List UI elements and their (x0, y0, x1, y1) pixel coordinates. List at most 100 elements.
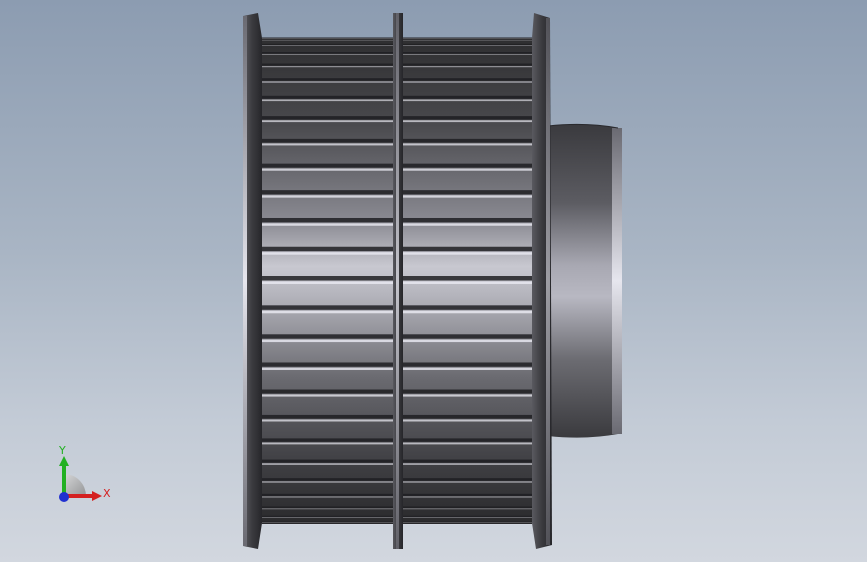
tooth-highlight (403, 223, 532, 226)
tooth-groove (262, 52, 393, 54)
y-axis-head (59, 456, 69, 466)
tooth-groove (262, 63, 393, 66)
tooth-highlight (403, 81, 532, 83)
flange-center (393, 13, 403, 549)
tooth-highlight (403, 168, 532, 171)
tooth-groove (262, 521, 393, 523)
tooth-groove (262, 116, 393, 120)
z-axis-dot (59, 492, 69, 502)
tooth-highlight (403, 195, 532, 198)
tooth-groove (262, 523, 393, 524)
tooth-highlight (262, 522, 393, 524)
tooth-highlight (403, 481, 532, 483)
tooth-highlight (403, 496, 532, 498)
tooth-highlight (403, 252, 532, 255)
tooth-groove (262, 305, 393, 310)
tooth-groove (403, 116, 532, 120)
tooth-groove (403, 138, 532, 143)
tooth-highlight (403, 522, 532, 524)
tooth-groove (262, 478, 393, 481)
tooth-highlight (262, 195, 393, 198)
tooth-groove (262, 459, 393, 463)
coordinate-triad: Y X (58, 444, 111, 502)
tooth-groove (262, 217, 393, 223)
tooth-highlight (262, 38, 393, 39)
tooth-highlight (262, 310, 393, 314)
flange-right (532, 13, 552, 549)
tooth-groove (262, 362, 393, 367)
tooth-groove (403, 523, 532, 524)
tooth-highlight (262, 481, 393, 483)
tooth-groove (403, 276, 532, 281)
tooth-highlight (262, 394, 393, 397)
tooth-groove (262, 438, 393, 442)
tooth-groove (262, 163, 393, 168)
graphics-viewport[interactable]: Y X (0, 0, 867, 562)
tooth-highlight (262, 496, 393, 498)
tooth-highlight (262, 39, 393, 41)
tooth-groove (403, 78, 532, 81)
tooth-groove (403, 52, 532, 54)
tooth-highlight (403, 394, 532, 397)
tooth-highlight (403, 120, 532, 123)
tooth-highlight (403, 367, 532, 370)
tooth-groove (262, 493, 393, 496)
tooth-groove (403, 506, 532, 509)
tooth-groove (403, 37, 532, 38)
tooth-groove (262, 506, 393, 509)
tooth-groove (262, 276, 393, 281)
tooth-groove (262, 389, 393, 394)
y-axis-label: Y (58, 444, 66, 457)
x-axis-label: X (103, 487, 111, 500)
tooth-groove (262, 95, 393, 99)
tooth-groove (403, 217, 532, 223)
tooth-highlight (403, 143, 532, 146)
tooth-highlight (403, 45, 532, 46)
tooth-highlight (403, 339, 532, 343)
tooth-highlight (262, 419, 393, 422)
tooth-groove (403, 39, 532, 40)
tooth-highlight (262, 53, 393, 55)
tooth-groove (262, 78, 393, 81)
tooth-highlight (262, 524, 393, 525)
tooth-highlight (262, 442, 393, 445)
tooth-highlight (403, 281, 532, 284)
tooth-groove (403, 246, 532, 252)
tooth-section-left (262, 37, 393, 525)
tooth-highlight (403, 524, 532, 525)
tooth-groove (403, 521, 532, 523)
tooth-groove (403, 334, 532, 339)
hub (547, 123, 622, 438)
tooth-highlight (403, 442, 532, 445)
tooth-highlight (403, 66, 532, 68)
tooth-groove (403, 459, 532, 463)
tooth-highlight (403, 38, 532, 39)
tooth-highlight (403, 517, 532, 518)
flange-left (243, 13, 262, 549)
tooth-highlight (262, 281, 393, 284)
tooth-highlight (403, 99, 532, 102)
tooth-groove (403, 515, 532, 517)
tooth-highlight (262, 81, 393, 83)
tooth-groove (403, 43, 532, 45)
tooth-highlight (262, 508, 393, 510)
triad-plane (64, 474, 86, 496)
tooth-groove (403, 389, 532, 394)
tooth-highlight (403, 53, 532, 55)
tooth-groove (403, 63, 532, 66)
tooth-highlight (262, 66, 393, 68)
tooth-groove (262, 190, 393, 195)
tooth-section-right (403, 37, 532, 525)
tooth-highlight (262, 99, 393, 102)
tooth-groove (262, 39, 393, 40)
tooth-highlight (262, 143, 393, 146)
tooth-highlight (403, 39, 532, 41)
model-view[interactable] (0, 0, 867, 562)
tooth-highlight (262, 120, 393, 123)
tooth-groove (403, 190, 532, 195)
tooth-highlight (262, 517, 393, 518)
tooth-groove (403, 478, 532, 481)
tooth-groove (403, 95, 532, 99)
tooth-groove (403, 163, 532, 168)
tooth-highlight (262, 252, 393, 255)
